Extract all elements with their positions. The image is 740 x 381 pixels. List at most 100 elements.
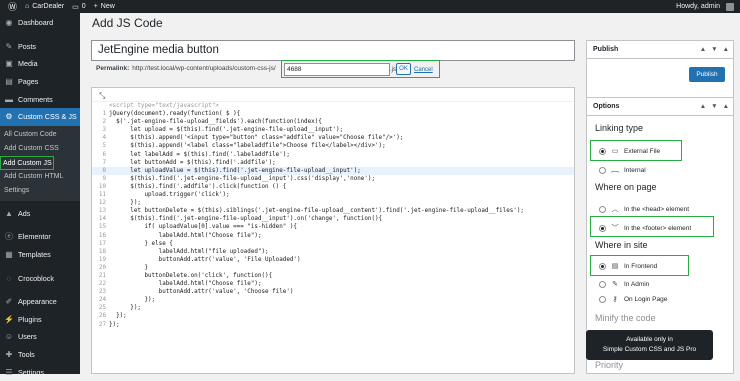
collapse-icon[interactable]: ▲ [723, 103, 729, 110]
line-number: 11 [98, 192, 106, 199]
site-name-link[interactable]: ⌂ CarDealer [25, 3, 64, 10]
menu-item-dashboard[interactable]: ◉ Dashboard [0, 14, 80, 32]
admin-icon: ✎ [612, 281, 618, 288]
tooltip-line-2: Simple Custom CSS and JS Pro [602, 346, 697, 353]
code-line: 3 let upload = $(this).find('.jet-engine… [92, 126, 574, 134]
admin-menu: ◉ Dashboard ✎ Posts ▣ Media ▤ Pages ▬ Comment… [0, 13, 80, 377]
code-text: jQuery(document).ready(function( $ ){ [109, 111, 241, 118]
line-number: 23 [98, 289, 106, 296]
radio-in-admin[interactable] [599, 280, 606, 288]
menu-item-templates[interactable]: ▦ Templates [0, 246, 80, 264]
permalink-row: Permalink: http://test.local/wp-content/… [96, 65, 276, 72]
option-external-file[interactable]: ▭ External File [599, 147, 660, 155]
radio-in-frontend[interactable] [599, 262, 606, 270]
option-footer-element[interactable]: ﹀ In the <footer> element [599, 223, 691, 233]
line-number: 16 [98, 232, 106, 239]
code-line: 17 } else { [92, 240, 574, 248]
line-number: 8 [102, 167, 106, 174]
code-line: 7 let buttonAdd = $(this).find('.addfile… [92, 159, 574, 167]
wordpress-logo-icon[interactable]: Ⓦ [8, 0, 17, 13]
submenu-add-custom-css[interactable]: Add Custom CSS [0, 142, 80, 156]
radio-footer-element[interactable] [599, 224, 606, 232]
menu-item-posts[interactable]: ✎ Posts [0, 38, 80, 56]
submenu-all-custom-code[interactable]: All Custom Code [0, 128, 80, 142]
radio-on-login-page[interactable] [599, 295, 606, 303]
line-number: 13 [98, 208, 106, 215]
code-line: 2 $('.jet-engine-file-upload__fields').e… [92, 118, 574, 126]
code-text: } [109, 264, 149, 271]
media-icon: ▣ [5, 59, 13, 69]
submenu-settings[interactable]: Settings [0, 184, 80, 198]
code-line: 22 labelAdd.html("Choose file"); [92, 280, 574, 288]
move-up-icon[interactable]: ▲ [700, 46, 706, 53]
slug-cancel-link[interactable]: Cancel [414, 67, 433, 73]
menu-item-tools[interactable]: ✚ Tools [0, 346, 80, 364]
where-on-page-heading: Where on page [595, 182, 657, 192]
menu-item-plugins[interactable]: ⚡ Plugins [0, 311, 80, 329]
code-editor[interactable]: ⤡ <script type="text/javascript"> 1 jQuer… [91, 87, 575, 374]
code-line: 8 let uploadValue = $(this).find('.jet-e… [92, 166, 574, 175]
menu-item-settings[interactable]: ☰ Settings [0, 363, 80, 381]
account-menu[interactable]: Howdy, admin [676, 2, 734, 11]
comments-link[interactable]: ▭ 0 [72, 3, 86, 11]
option-in-admin[interactable]: ✎ In Admin [599, 280, 649, 288]
radio-internal[interactable] [599, 166, 606, 174]
option-internal[interactable]: ﹇ Internal [599, 165, 646, 175]
line-number: 19 [98, 256, 106, 263]
menu-item-users[interactable]: ☺ Users [0, 328, 80, 346]
move-down-icon[interactable]: ▼ [711, 46, 717, 53]
menu-item-ads[interactable]: ▲ Ads [0, 205, 80, 223]
menu-item-media[interactable]: ▣ Media [0, 55, 80, 73]
radio-head-element[interactable] [599, 205, 606, 213]
menu-item-crocoblock[interactable]: ◌ Crocoblock [0, 269, 80, 287]
option-on-login-page[interactable]: ⚷ On Login Page [599, 295, 667, 303]
code-line: 13 let buttonDelete = $(this).siblings('… [92, 207, 574, 215]
line-number: 12 [98, 200, 106, 207]
line-number: 20 [98, 264, 106, 271]
slug-ok-button[interactable]: OK [396, 63, 411, 75]
option-in-frontend[interactable]: ▤ In Frontend [599, 262, 657, 270]
code-line: 19 buttonAdd.attr('value', 'File Uploade… [92, 256, 574, 264]
line-number: 3 [102, 127, 106, 134]
menu-item-comments[interactable]: ▬ Comments [0, 90, 80, 108]
permalink-label: Permalink: [96, 65, 130, 72]
code-text: }); [109, 321, 120, 328]
slug-input[interactable]: 4688 [284, 63, 390, 76]
comments-count: 0 [81, 3, 86, 10]
code-line: 14 $(this).find('.jet-engine-file-upload… [92, 215, 574, 223]
radio-external-file[interactable] [599, 147, 606, 155]
code-text: buttonDelete.on('click', function(){ [109, 272, 273, 279]
line-number: 25 [98, 305, 106, 312]
code-line: 20 } [92, 264, 574, 272]
collapse-icon[interactable]: ▲ [723, 46, 729, 53]
menu-item-elementor[interactable]: ⓔ Elementor [0, 228, 80, 246]
option-head-element[interactable]: ︿ In the <head> element [599, 204, 689, 214]
menu-item-pages[interactable]: ▤ Pages [0, 73, 80, 91]
menu-item-appearance[interactable]: ✐ Appearance [0, 293, 80, 311]
code-text: }); [109, 313, 127, 320]
pro-tooltip: Available only in Simple Custom CSS and … [586, 330, 713, 360]
line-number: 15 [98, 224, 106, 231]
submenu-add-custom-html[interactable]: Add Custom HTML [0, 170, 80, 184]
comment-icon: ▬ [5, 94, 13, 104]
chevron-up-icon: ︿ [611, 206, 619, 213]
line-number: 24 [98, 297, 106, 304]
dashboard-icon: ◉ [5, 18, 13, 28]
publish-button[interactable]: Publish [689, 67, 725, 82]
move-down-icon[interactable]: ▼ [711, 103, 717, 110]
post-title-input[interactable]: JetEngine media button [91, 40, 575, 61]
pin-icon: ✎ [5, 41, 13, 51]
new-content-link[interactable]: + New [94, 3, 115, 10]
appearance-icon: ✐ [5, 297, 13, 307]
menu-item-custom-css-js[interactable]: ⚙ Custom CSS & JS [0, 107, 80, 126]
code-line: 15 if( uploadValue[0].value === "is-hidd… [92, 223, 574, 231]
submenu-add-custom-js[interactable]: Add Custom JS [0, 155, 54, 170]
code-text: $(this).find('.jet-engine-file-upload__i… [109, 216, 383, 223]
move-up-icon[interactable]: ▲ [700, 103, 706, 110]
code-area[interactable]: <script type="text/javascript"> 1 jQuery(… [92, 102, 574, 329]
line-number: 7 [102, 159, 106, 166]
line-number: 1 [102, 111, 106, 118]
code-line: 21 buttonDelete.on('click', function(){ [92, 272, 574, 280]
fullscreen-icon[interactable]: ⤡ [99, 91, 105, 101]
home-icon: ⌂ [25, 3, 30, 10]
